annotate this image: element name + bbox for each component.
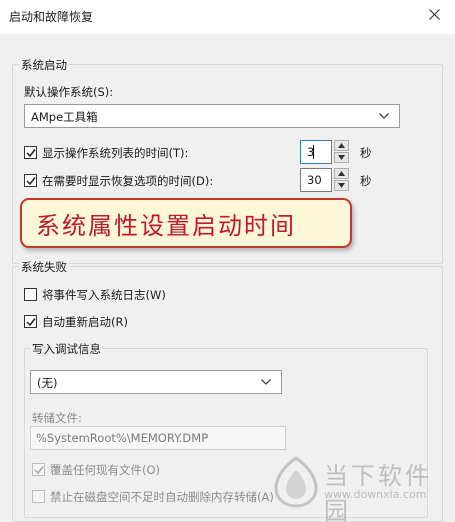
write-event-log-checkbox[interactable] <box>24 288 37 301</box>
checkmark-icon <box>26 318 36 327</box>
arrow-up-icon <box>338 143 345 148</box>
dump-file-input[interactable]: %SystemRoot%\MEMORY.DMP <box>30 426 286 450</box>
show-os-list-unit: 秒 <box>360 146 372 160</box>
show-recovery-checkbox[interactable] <box>24 174 37 187</box>
write-event-log-label: 将事件写入系统日志(W) <box>42 288 166 302</box>
system-startup-label: 系统启动 <box>19 57 69 73</box>
show-os-list-spinner <box>334 140 349 164</box>
watermark: 当下软件园 www.downxia.com <box>270 450 455 522</box>
disable-auto-delete-label: 禁止在磁盘空间不足时自动删除内存转储(A) <box>50 490 274 504</box>
watermark-logo-icon <box>274 456 318 508</box>
disable-auto-delete-checkbox[interactable] <box>32 490 45 503</box>
auto-restart-checkbox[interactable] <box>24 315 37 328</box>
chevron-down-icon <box>261 379 271 385</box>
checkmark-icon <box>26 149 36 158</box>
close-button[interactable] <box>415 0 455 30</box>
chevron-down-icon <box>379 113 389 119</box>
overwrite-checkbox[interactable] <box>32 463 45 476</box>
show-recovery-time-value: 30 <box>307 173 322 187</box>
default-os-select[interactable]: AMpe工具箱 <box>24 104 400 128</box>
default-os-value: AMpe工具箱 <box>31 110 98 124</box>
system-failure-label: 系统失败 <box>19 259 69 275</box>
debug-info-value: (无) <box>37 376 58 390</box>
show-recovery-spinner <box>334 168 349 192</box>
show-recovery-time-input[interactable]: 30 <box>300 168 332 192</box>
title-bar: 启动和故障恢复 <box>0 0 455 34</box>
text-caret <box>313 145 314 159</box>
annotation-text: 系统属性设置启动时间 <box>36 212 296 240</box>
dialog-content: 系统启动 默认操作系统(S): AMpe工具箱 显示操作系统列表的时间(T): … <box>0 34 455 522</box>
watermark-url: www.downxia.com <box>324 488 427 501</box>
debug-info-label: 写入调试信息 <box>30 341 103 357</box>
auto-restart-label: 自动重新启动(R) <box>42 315 128 329</box>
spin-up-button[interactable] <box>334 140 349 151</box>
show-recovery-label: 在需要时显示恢复选项的时间(D): <box>42 174 214 188</box>
checkmark-icon <box>34 466 44 475</box>
spin-down-button[interactable] <box>334 180 349 191</box>
close-icon <box>429 9 440 20</box>
window-title: 启动和故障恢复 <box>9 10 94 24</box>
show-os-list-label: 显示操作系统列表的时间(T): <box>42 146 189 160</box>
arrow-down-icon <box>338 183 345 188</box>
show-os-list-checkbox[interactable] <box>24 146 37 159</box>
arrow-down-icon <box>338 155 345 160</box>
dump-file-label: 转储文件: <box>32 411 82 425</box>
spin-up-button[interactable] <box>334 168 349 179</box>
default-os-label: 默认操作系统(S): <box>24 85 114 99</box>
show-recovery-unit: 秒 <box>360 174 372 188</box>
arrow-up-icon <box>338 171 345 176</box>
show-os-list-time-input[interactable]: 3 <box>300 140 332 164</box>
annotation-banner: 系统属性设置启动时间 <box>20 198 352 248</box>
overwrite-label: 覆盖任何现有文件(O) <box>50 463 161 477</box>
debug-info-select[interactable]: (无) <box>30 370 282 394</box>
dump-file-value: %SystemRoot%\MEMORY.DMP <box>36 431 209 445</box>
checkmark-icon <box>26 177 36 186</box>
spin-down-button[interactable] <box>334 152 349 163</box>
